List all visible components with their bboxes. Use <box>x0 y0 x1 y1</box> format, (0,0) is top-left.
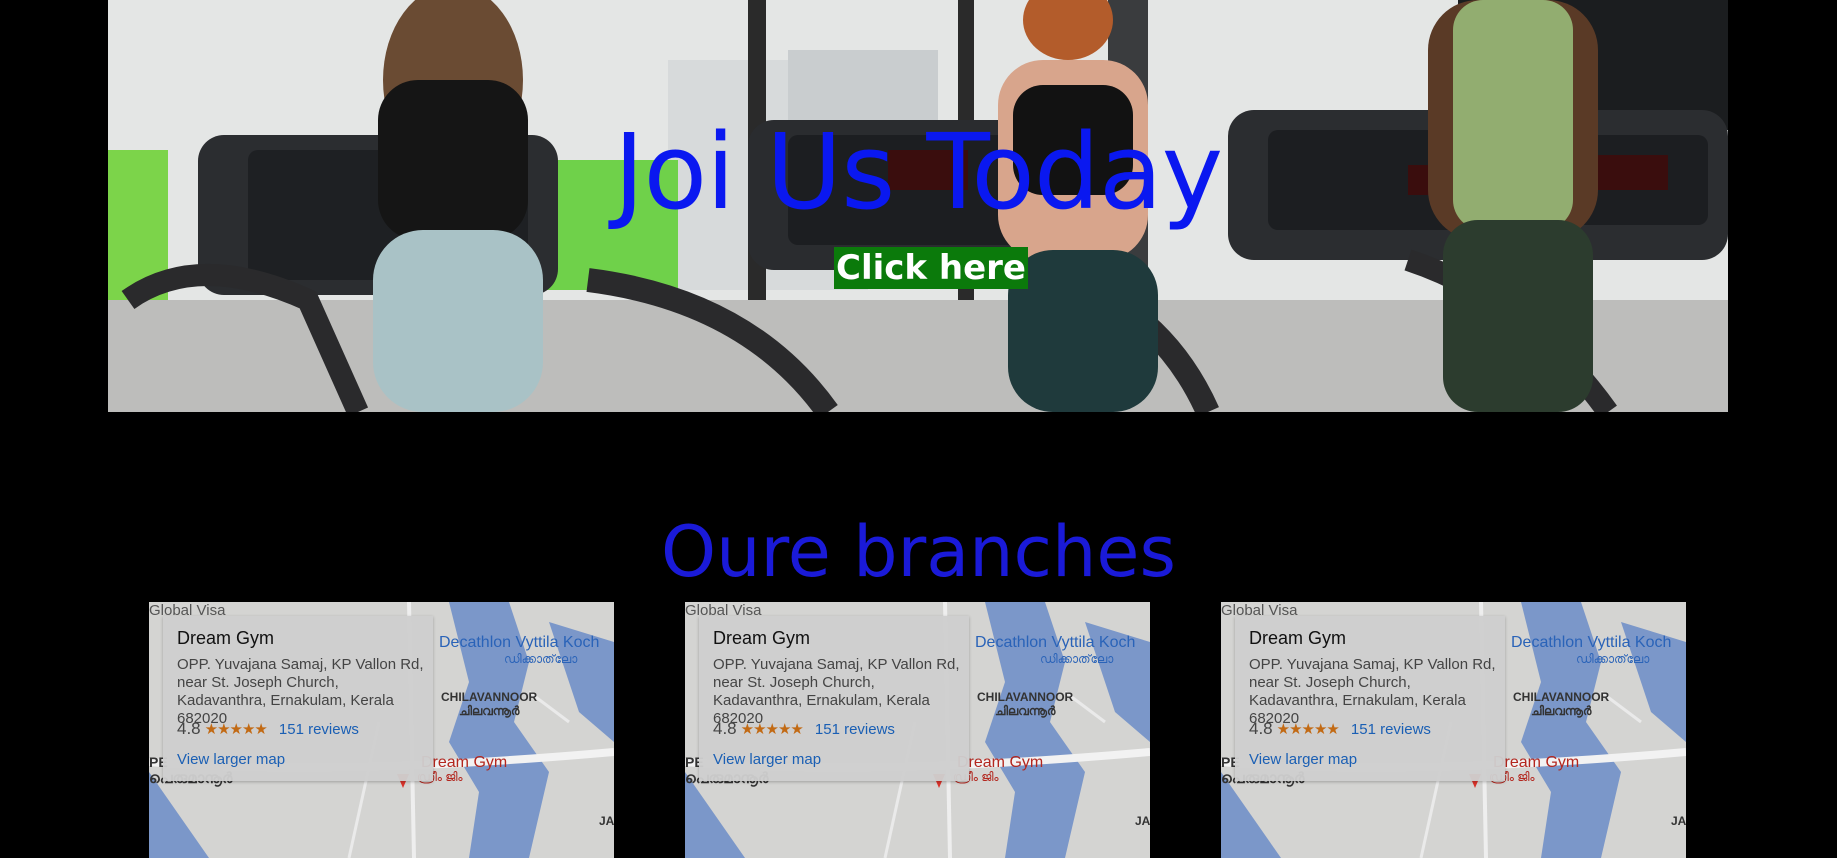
view-larger-map-link[interactable]: View larger map <box>713 751 821 768</box>
hero-banner: Joi Us Today Click here <box>108 0 1728 412</box>
branch-map-3[interactable]: Global Visa Decathlon Vyttila Koch ഡിക്ക… <box>1221 602 1686 858</box>
place-address: OPP. Yuvajana Samaj, KP Vallon Rd, near … <box>713 656 960 727</box>
map-label-decathlon: Decathlon Vyttila Koch <box>975 634 1136 651</box>
branch-map-1[interactable]: Global Visa Decathlon Vyttila Koch ഡിക്ക… <box>149 602 614 858</box>
map-label-chilavannoor: CHILAVANNOOR <box>1513 690 1610 704</box>
click-here-button[interactable]: Click here <box>834 247 1028 289</box>
map-label-edge-right: JA <box>1671 814 1686 828</box>
map-label-decathlon: Decathlon Vyttila Koch <box>1511 634 1672 651</box>
view-larger-map-link[interactable]: View larger map <box>177 751 285 768</box>
rating-row: 4.8 ★★★★★ 151 reviews <box>177 719 359 739</box>
map-label-decathlon: Decathlon Vyttila Koch <box>439 634 600 651</box>
reviews-link[interactable]: 151 reviews <box>815 721 895 738</box>
place-address: OPP. Yuvajana Samaj, KP Vallon Rd, near … <box>177 656 424 727</box>
map-label-edge-right: JA <box>599 814 614 828</box>
star-rating-icon: ★★★★★ <box>204 721 268 738</box>
map-label-chilavannoor: CHILAVANNOOR <box>441 690 538 704</box>
rating-value: 4.8 <box>713 719 737 738</box>
place-name: Dream Gym <box>713 628 811 648</box>
star-rating-icon: ★★★★★ <box>1276 721 1340 738</box>
place-info-card: Dream Gym OPP. Yuvajana Samaj, KP Vallon… <box>699 616 969 781</box>
map-label-decathlon-ml: ഡിക്കാത്‌ലോ <box>504 652 578 666</box>
place-name: Dream Gym <box>177 628 275 648</box>
rating-row: 4.8 ★★★★★ 151 reviews <box>713 719 895 739</box>
rating-value: 4.8 <box>177 719 201 738</box>
map-label-chilavannoor-ml: ചിലവന്നൂർ <box>1531 704 1592 718</box>
map-label-edge-right: JA <box>1135 814 1150 828</box>
star-rating-icon: ★★★★★ <box>740 721 804 738</box>
branch-map-2[interactable]: Global Visa Decathlon Vyttila Koch ഡിക്ക… <box>685 602 1150 858</box>
rating-value: 4.8 <box>1249 719 1273 738</box>
place-info-card: Dream Gym OPP. Yuvajana Samaj, KP Vallon… <box>163 616 433 781</box>
reviews-link[interactable]: 151 reviews <box>279 721 359 738</box>
map-label-decathlon-ml: ഡിക്കാത്‌ലോ <box>1040 652 1114 666</box>
hero-title: Joi Us Today <box>613 111 1223 233</box>
place-info-card: Dream Gym OPP. Yuvajana Samaj, KP Vallon… <box>1235 616 1505 781</box>
view-larger-map-link[interactable]: View larger map <box>1249 751 1357 768</box>
place-address: OPP. Yuvajana Samaj, KP Vallon Rd, near … <box>1249 656 1496 727</box>
branches-title: Oure branches <box>661 511 1176 593</box>
map-label-chilavannoor-ml: ചിലവന്നൂർ <box>459 704 520 718</box>
map-label-chilavannoor: CHILAVANNOOR <box>977 690 1074 704</box>
reviews-link[interactable]: 151 reviews <box>1351 721 1431 738</box>
map-label-decathlon-ml: ഡിക്കാത്‌ലോ <box>1576 652 1650 666</box>
place-name: Dream Gym <box>1249 628 1347 648</box>
map-label-chilavannoor-ml: ചിലവന്നൂർ <box>995 704 1056 718</box>
rating-row: 4.8 ★★★★★ 151 reviews <box>1249 719 1431 739</box>
